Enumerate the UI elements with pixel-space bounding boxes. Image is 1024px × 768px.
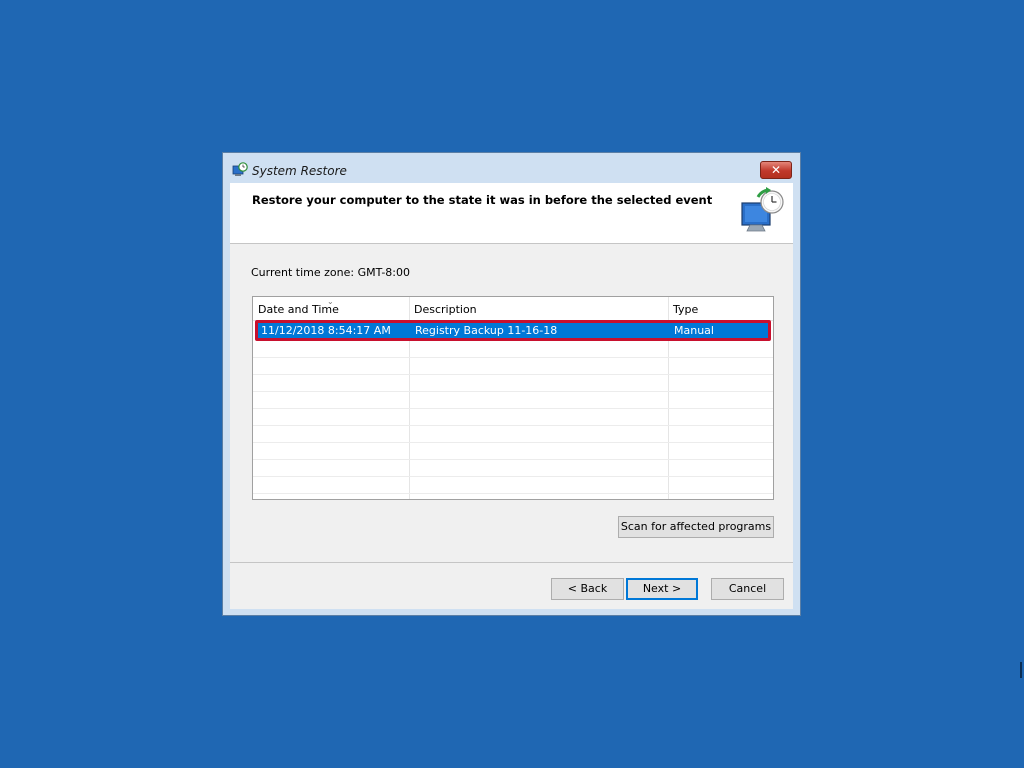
title-bar[interactable]: System Restore ✕ (223, 153, 800, 183)
system-restore-monitor-icon (741, 187, 784, 232)
cell-type: Manual (674, 324, 714, 337)
desktop-edge-mark (1020, 662, 1022, 678)
list-header: ⌄ Date and Time Description Type (253, 297, 773, 321)
column-header-description[interactable]: Description (409, 297, 668, 320)
empty-row (253, 426, 773, 443)
empty-row (253, 443, 773, 460)
column-header-type[interactable]: Type (668, 297, 773, 320)
system-restore-icon (232, 162, 248, 176)
restore-point-row[interactable]: 11/12/2018 8:54:17 AM Registry Backup 11… (255, 320, 771, 341)
column-header-date-time[interactable]: Date and Time (253, 297, 409, 320)
header-band: Restore your computer to the state it wa… (230, 183, 793, 244)
empty-row (253, 409, 773, 426)
timezone-label: Current time zone: GMT-8:00 (251, 266, 411, 279)
cell-description: Registry Backup 11-16-18 (415, 324, 558, 337)
empty-row (253, 477, 773, 494)
close-icon: ✕ (770, 163, 782, 177)
scan-affected-programs-button[interactable]: Scan for affected programs (618, 516, 774, 538)
empty-row (253, 460, 773, 477)
empty-row (253, 358, 773, 375)
next-button[interactable]: Next > (626, 578, 698, 600)
empty-row (253, 375, 773, 392)
empty-row (253, 341, 773, 358)
window-title: System Restore (252, 164, 347, 178)
cancel-button[interactable]: Cancel (711, 578, 784, 600)
restore-points-list[interactable]: ⌄ Date and Time Description Type 11/12/2… (252, 296, 774, 500)
cell-date-time: 11/12/2018 8:54:17 AM (261, 324, 391, 337)
empty-row (253, 392, 773, 409)
close-button[interactable]: ✕ (760, 161, 792, 179)
footer-divider (230, 562, 793, 563)
dialog-body: Restore your computer to the state it wa… (230, 183, 793, 609)
system-restore-window: System Restore ✕ Restore your computer t… (222, 152, 801, 616)
instruction-heading: Restore your computer to the state it wa… (252, 193, 713, 207)
back-button[interactable]: < Back (551, 578, 624, 600)
